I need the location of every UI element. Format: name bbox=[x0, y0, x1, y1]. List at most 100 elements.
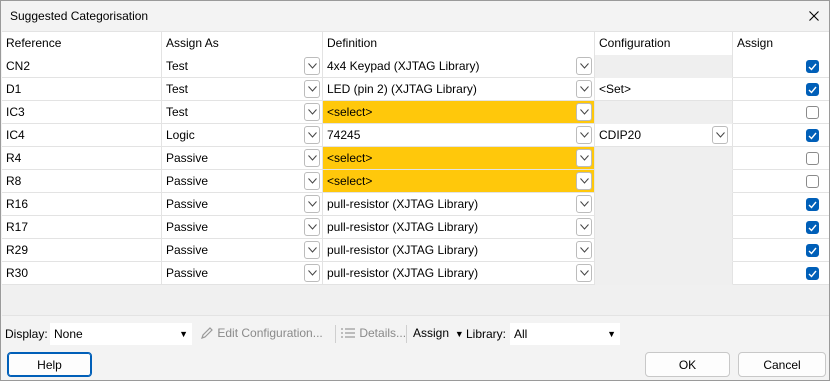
configuration-cell bbox=[595, 147, 733, 170]
assign-as-dropdown[interactable]: Test bbox=[162, 101, 323, 124]
definition-dropdown[interactable]: <select> bbox=[323, 147, 595, 170]
assign-as-value: Passive bbox=[166, 243, 209, 257]
dropdown-button[interactable] bbox=[576, 80, 592, 98]
configuration-cell[interactable]: CDIP20 bbox=[595, 124, 733, 147]
definition-dropdown[interactable]: pull-resistor (XJTAG Library) bbox=[323, 216, 595, 239]
table-row[interactable]: R29 Passive pull-resistor (XJTAG Library) bbox=[2, 239, 829, 262]
definition-value: pull-resistor (XJTAG Library) bbox=[327, 220, 479, 234]
assign-as-dropdown[interactable]: Passive bbox=[162, 262, 323, 285]
chevron-down-icon bbox=[579, 178, 589, 184]
dropdown-button[interactable] bbox=[304, 149, 320, 167]
assign-as-value: Passive bbox=[166, 151, 209, 165]
configuration-cell[interactable]: <Set> bbox=[595, 78, 733, 101]
assign-checkbox[interactable] bbox=[806, 60, 819, 73]
table-row[interactable]: R16 Passive pull-resistor (XJTAG Library) bbox=[2, 193, 829, 216]
table-row[interactable]: R8 Passive <select> bbox=[2, 170, 829, 193]
assign-checkbox[interactable] bbox=[806, 129, 819, 142]
definition-dropdown[interactable]: pull-resistor (XJTAG Library) bbox=[323, 262, 595, 285]
chevron-down-icon bbox=[579, 201, 589, 207]
dropdown-button[interactable] bbox=[576, 172, 592, 190]
chevron-down-icon bbox=[579, 270, 589, 276]
assign-checkbox[interactable] bbox=[806, 221, 819, 234]
assign-cell bbox=[733, 193, 829, 216]
reference-cell: CN2 bbox=[2, 55, 162, 78]
definition-value: pull-resistor (XJTAG Library) bbox=[327, 243, 479, 257]
assign-as-dropdown[interactable]: Passive bbox=[162, 239, 323, 262]
dropdown-arrow-icon: ▼ bbox=[452, 329, 464, 339]
table-row[interactable]: IC4 Logic 74245 CDIP20 bbox=[2, 124, 829, 147]
assign-checkbox[interactable] bbox=[806, 106, 819, 119]
definition-dropdown[interactable]: pull-resistor (XJTAG Library) bbox=[323, 239, 595, 262]
dropdown-button[interactable] bbox=[304, 57, 320, 75]
definition-dropdown[interactable]: 74245 bbox=[323, 124, 595, 147]
assign-checkbox[interactable] bbox=[806, 267, 819, 280]
dropdown-button[interactable] bbox=[712, 126, 728, 144]
close-button[interactable] bbox=[803, 5, 825, 27]
column-header-assign-as[interactable]: Assign As bbox=[162, 32, 323, 55]
chevron-down-icon bbox=[579, 63, 589, 69]
assign-checkbox[interactable] bbox=[806, 198, 819, 211]
edit-configuration-button[interactable]: Edit Configuration... bbox=[200, 326, 323, 340]
dropdown-button[interactable] bbox=[304, 172, 320, 190]
dropdown-button[interactable] bbox=[576, 195, 592, 213]
details-button[interactable]: Details... bbox=[340, 326, 406, 340]
assign-as-dropdown[interactable]: Passive bbox=[162, 216, 323, 239]
column-header-definition[interactable]: Definition bbox=[323, 32, 595, 55]
cancel-button[interactable]: Cancel bbox=[738, 352, 826, 377]
column-header-assign[interactable]: Assign bbox=[733, 32, 829, 55]
bottom-toolbar: Display: None ▼ Edit Configuration... De… bbox=[2, 321, 829, 347]
assign-as-dropdown[interactable]: Test bbox=[162, 55, 323, 78]
chevron-down-icon bbox=[307, 155, 317, 161]
assign-menu-button[interactable]: Assign ▼ bbox=[413, 326, 464, 340]
dropdown-button[interactable] bbox=[576, 149, 592, 167]
assign-checkbox[interactable] bbox=[806, 175, 819, 188]
configuration-cell bbox=[595, 262, 733, 285]
assign-as-dropdown[interactable]: Passive bbox=[162, 147, 323, 170]
table-row[interactable]: IC3 Test <select> bbox=[2, 101, 829, 124]
table-row[interactable]: CN2 Test 4x4 Keypad (XJTAG Library) bbox=[2, 55, 829, 78]
ok-button[interactable]: OK bbox=[645, 352, 730, 377]
dropdown-button[interactable] bbox=[576, 57, 592, 75]
assign-checkbox[interactable] bbox=[806, 83, 819, 96]
chevron-down-icon bbox=[579, 86, 589, 92]
definition-dropdown[interactable]: 4x4 Keypad (XJTAG Library) bbox=[323, 55, 595, 78]
column-header-configuration[interactable]: Configuration bbox=[595, 32, 733, 55]
assign-as-dropdown[interactable]: Logic bbox=[162, 124, 323, 147]
dropdown-button[interactable] bbox=[304, 195, 320, 213]
chevron-down-icon bbox=[579, 247, 589, 253]
assign-as-dropdown[interactable]: Passive bbox=[162, 170, 323, 193]
configuration-cell bbox=[595, 193, 733, 216]
definition-dropdown[interactable]: <select> bbox=[323, 170, 595, 193]
dropdown-button[interactable] bbox=[304, 264, 320, 282]
column-header-reference[interactable]: Reference bbox=[2, 32, 162, 55]
dialog-window: Suggested Categorisation Reference Assig… bbox=[0, 0, 830, 381]
dropdown-button[interactable] bbox=[304, 80, 320, 98]
library-dropdown[interactable]: All ▼ bbox=[510, 323, 620, 345]
assign-as-dropdown[interactable]: Test bbox=[162, 78, 323, 101]
help-button[interactable]: Help bbox=[7, 352, 92, 377]
checkmark-icon bbox=[808, 86, 817, 94]
assign-checkbox[interactable] bbox=[806, 152, 819, 165]
dropdown-button[interactable] bbox=[576, 126, 592, 144]
assign-cell bbox=[733, 147, 829, 170]
dropdown-button[interactable] bbox=[576, 241, 592, 259]
table-row[interactable]: D1 Test LED (pin 2) (XJTAG Library) <Set> bbox=[2, 78, 829, 101]
definition-dropdown[interactable]: pull-resistor (XJTAG Library) bbox=[323, 193, 595, 216]
definition-value: pull-resistor (XJTAG Library) bbox=[327, 197, 479, 211]
dropdown-button[interactable] bbox=[576, 264, 592, 282]
dropdown-button[interactable] bbox=[304, 126, 320, 144]
assign-as-dropdown[interactable]: Passive bbox=[162, 193, 323, 216]
dropdown-button[interactable] bbox=[576, 103, 592, 121]
dropdown-button[interactable] bbox=[304, 103, 320, 121]
definition-dropdown[interactable]: <select> bbox=[323, 101, 595, 124]
assign-checkbox[interactable] bbox=[806, 244, 819, 257]
display-dropdown[interactable]: None ▼ bbox=[50, 323, 192, 345]
configuration-cell bbox=[595, 55, 733, 78]
table-row[interactable]: R17 Passive pull-resistor (XJTAG Library) bbox=[2, 216, 829, 239]
definition-dropdown[interactable]: LED (pin 2) (XJTAG Library) bbox=[323, 78, 595, 101]
dropdown-button[interactable] bbox=[304, 218, 320, 236]
table-row[interactable]: R30 Passive pull-resistor (XJTAG Library) bbox=[2, 262, 829, 285]
dropdown-button[interactable] bbox=[304, 241, 320, 259]
table-row[interactable]: R4 Passive <select> bbox=[2, 147, 829, 170]
dropdown-button[interactable] bbox=[576, 218, 592, 236]
